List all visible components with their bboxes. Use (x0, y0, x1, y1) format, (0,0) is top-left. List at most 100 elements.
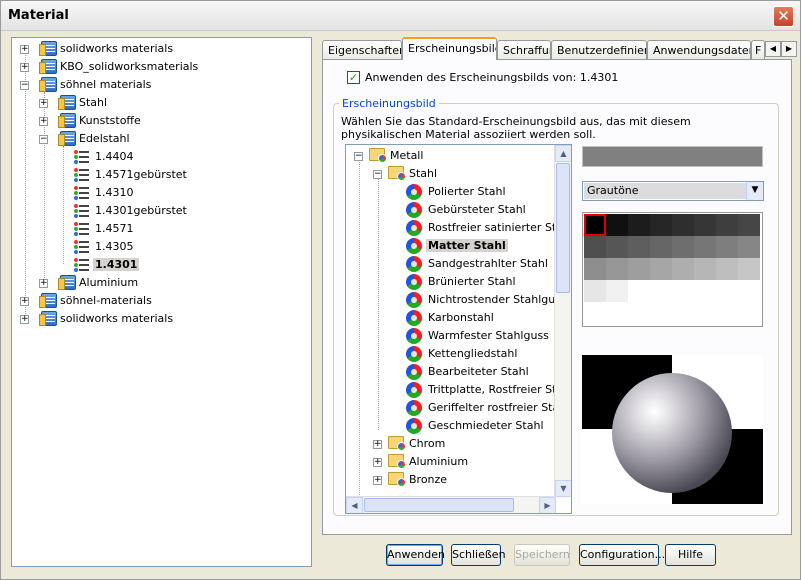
close-button[interactable]: ✕ (773, 6, 794, 27)
color-swatch[interactable] (584, 236, 606, 258)
collapse-icon[interactable]: − (20, 81, 29, 90)
tree-node-label: Aluminium (79, 276, 139, 289)
tree-node-label: Stahl (79, 96, 108, 109)
color-swatch[interactable] (584, 280, 606, 302)
expand-icon[interactable]: + (373, 476, 382, 485)
configuration-button[interactable]: Configuration... (579, 544, 665, 566)
horizontal-scrollbar[interactable]: ◀ ▶ (346, 496, 556, 513)
color-swatch[interactable] (738, 214, 760, 236)
tab-strip: Eigenschaften Erscheinungsbild Schraffur… (322, 37, 797, 60)
collapse-icon[interactable]: − (354, 152, 363, 161)
expand-icon[interactable]: + (39, 99, 48, 108)
collapse-icon[interactable]: − (373, 170, 382, 179)
color-swatch[interactable] (606, 214, 628, 236)
material-icon (74, 186, 90, 200)
scroll-left-icon[interactable]: ◀ (346, 497, 363, 513)
color-swatch[interactable] (672, 236, 694, 258)
tree-node-label: Bearbeiteter Stahl (428, 365, 529, 378)
expand-icon[interactable]: + (39, 279, 48, 288)
color-swatch[interactable] (606, 258, 628, 280)
color-swatch[interactable] (584, 258, 606, 280)
tree-node-label: Bronze (409, 473, 448, 486)
expand-icon[interactable]: + (39, 117, 48, 126)
help-button[interactable]: Hilfe (665, 544, 716, 566)
library-icon (39, 59, 57, 74)
color-swatch[interactable] (628, 236, 650, 258)
group-title: Erscheinungsbild (339, 97, 439, 110)
color-swatch[interactable] (628, 258, 650, 280)
chevron-down-icon[interactable]: ▼ (746, 182, 763, 200)
color-swatch[interactable] (672, 214, 694, 236)
tree-node-label: 1.4404 (95, 150, 134, 163)
tab-anwendungsdaten[interactable]: Anwendungsdaten (647, 40, 751, 59)
tab-scroll-left-icon[interactable]: ◀ (765, 41, 781, 57)
tree-node-label: Warmfester Stahlguss (428, 329, 549, 342)
tree-node-label: Sandgestrahlter Stahl (428, 257, 548, 270)
color-swatch[interactable] (716, 214, 738, 236)
color-swatch[interactable] (628, 214, 650, 236)
appearance-sphere-icon (406, 346, 422, 362)
tree-node-label: Kettengliedstahl (428, 347, 518, 360)
color-swatch[interactable] (584, 214, 606, 236)
material-library-tree[interactable]: + solidworks materials + KBO_solidworksm… (11, 37, 312, 567)
tab-benutzerdefiniert[interactable]: Benutzerdefiniert (551, 40, 647, 59)
color-swatch[interactable] (738, 236, 760, 258)
expand-icon[interactable]: + (373, 440, 382, 449)
tab-schraffur[interactable]: Schraffur (497, 40, 551, 59)
tree-node-label: 1.4571gebürstet (95, 168, 187, 181)
color-swatch[interactable] (650, 236, 672, 258)
tree-node-label: söhnel-materials (60, 294, 152, 307)
scroll-up-icon[interactable]: ▲ (555, 145, 571, 162)
library-icon (58, 95, 76, 110)
color-swatch[interactable] (694, 258, 716, 280)
close-dialog-button[interactable]: Schließen (451, 544, 506, 566)
appearance-sphere-icon (406, 328, 422, 344)
color-scheme-value: Grautöne (584, 183, 746, 199)
expand-icon[interactable]: + (20, 315, 29, 324)
appearance-preview (582, 355, 763, 504)
collapse-icon[interactable]: − (39, 135, 48, 144)
appearance-sphere-icon (406, 220, 422, 236)
color-swatch[interactable] (650, 258, 672, 280)
tree-node-label: Rostfreier satinierter Stahl (428, 221, 572, 234)
save-button[interactable]: Speichern (514, 544, 570, 566)
color-swatch-grid[interactable] (582, 212, 763, 327)
library-icon (39, 311, 57, 326)
tree-node-label: Kunststoffe (79, 114, 141, 127)
vertical-scrollbar[interactable]: ▲ ▼ (554, 145, 571, 497)
tab-more[interactable]: F (751, 40, 765, 59)
current-color-bar (582, 146, 763, 167)
appearance-tree[interactable]: − Metall − Stahl Polierter Stahl Gebürst… (345, 144, 572, 514)
color-swatch[interactable] (716, 258, 738, 280)
tab-erscheinungsbild[interactable]: Erscheinungsbild (402, 37, 497, 60)
expand-icon[interactable]: + (20, 297, 29, 306)
appearance-sphere-icon (406, 238, 422, 254)
tree-node-label: Gebürsteter Stahl (428, 203, 526, 216)
apply-appearance-label: Anwenden des Erscheinungsbilds von: 1.43… (365, 71, 619, 84)
color-swatch[interactable] (738, 258, 760, 280)
scroll-thumb[interactable] (364, 498, 514, 512)
tree-node-label: Edelstahl (79, 132, 130, 145)
expand-icon[interactable]: + (20, 45, 29, 54)
scroll-thumb[interactable] (556, 163, 570, 293)
scroll-down-icon[interactable]: ▼ (555, 480, 571, 497)
expand-icon[interactable]: + (20, 63, 29, 72)
color-swatch[interactable] (694, 236, 716, 258)
folder-icon (369, 148, 387, 163)
color-swatch[interactable] (694, 214, 716, 236)
color-swatch[interactable] (650, 214, 672, 236)
scroll-right-icon[interactable]: ▶ (539, 497, 556, 513)
color-swatch[interactable] (606, 280, 628, 302)
tree-node-label: söhnel materials (60, 78, 152, 91)
apply-button[interactable]: Anwenden (386, 544, 445, 566)
color-swatch[interactable] (672, 258, 694, 280)
color-swatch[interactable] (716, 236, 738, 258)
tab-scroll-right-icon[interactable]: ▶ (781, 41, 797, 57)
color-swatch[interactable] (606, 236, 628, 258)
appearance-sphere-icon (406, 418, 422, 434)
tab-eigenschaften[interactable]: Eigenschaften (322, 40, 402, 59)
expand-icon[interactable]: + (373, 458, 382, 467)
material-icon (74, 240, 90, 254)
apply-appearance-checkbox[interactable]: ✓ (347, 71, 360, 84)
color-scheme-dropdown[interactable]: Grautöne ▼ (582, 181, 764, 201)
